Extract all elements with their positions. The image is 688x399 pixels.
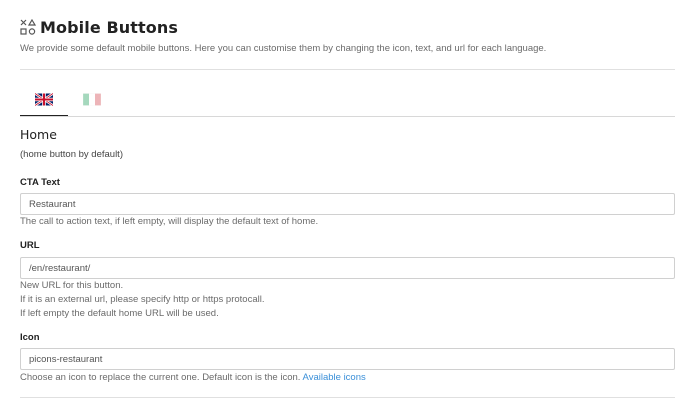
tabs-divider (20, 116, 675, 117)
url-input[interactable] (20, 257, 675, 279)
available-icons-link[interactable]: Available icons (303, 372, 366, 383)
shapes-icon (20, 18, 36, 35)
icon-help-text: Choose an icon to replace the current on… (20, 372, 301, 383)
url-help-line: If it is an external url, please specify… (20, 294, 265, 305)
icon-help: Choose an icon to replace the current on… (20, 371, 366, 385)
url-label: URL (20, 240, 40, 251)
icon-label: Icon (20, 332, 40, 343)
tab-english[interactable] (20, 88, 68, 117)
url-help-line: New URL for this button. (20, 280, 124, 291)
uk-flag-icon (35, 93, 53, 106)
section-subtitle: (home button by default) (20, 149, 123, 160)
cta-text-label: CTA Text (20, 177, 60, 188)
icon-input[interactable] (20, 348, 675, 370)
page-title: Mobile Buttons (40, 18, 178, 37)
italy-flag-icon (83, 93, 101, 106)
url-help: New URL for this button. If it is an ext… (20, 279, 264, 321)
cta-text-help: The call to action text, if left empty, … (20, 216, 319, 227)
section-title: Home (20, 127, 57, 142)
panel-header: Mobile Buttons (20, 18, 178, 37)
language-tabs (20, 88, 675, 117)
url-help-line: If left empty the default home URL will … (20, 308, 219, 319)
cta-text-input[interactable] (20, 193, 675, 215)
tab-italian[interactable] (68, 88, 116, 116)
divider (20, 69, 675, 70)
divider (20, 397, 675, 398)
page-description: We provide some default mobile buttons. … (20, 43, 547, 54)
